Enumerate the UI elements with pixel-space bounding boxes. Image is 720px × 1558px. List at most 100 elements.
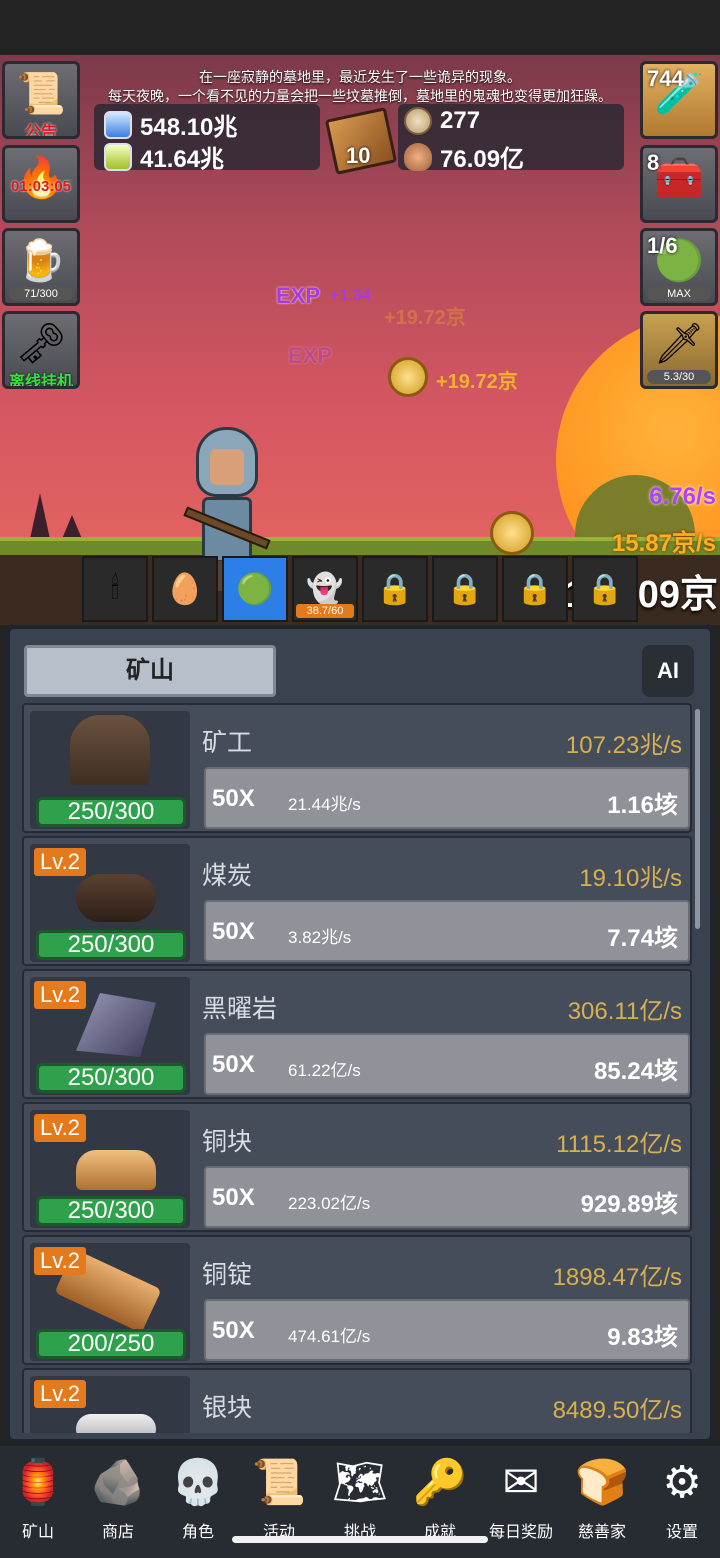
- pet-slot-locked[interactable]: 🔒: [572, 556, 638, 622]
- nav-achievement[interactable]: 🔑 成就: [400, 1452, 480, 1542]
- pet-slot-candle[interactable]: 🕯: [82, 556, 148, 622]
- offline-button[interactable]: 🗝 离线挂机: [2, 311, 80, 389]
- tab-mine[interactable]: 矿山: [24, 645, 276, 697]
- upgrade-button[interactable]: 50X 21.44兆/s 1.16垓: [204, 767, 690, 829]
- nav-shop[interactable]: 🪨 商店: [78, 1452, 158, 1542]
- lock-icon: 🔒: [446, 572, 484, 606]
- green-potion-row: 41.64兆: [104, 139, 224, 174]
- list-item: Lv.2 250/300 煤炭 19.10兆/s 50X 3.82兆/s 7.7…: [22, 836, 692, 966]
- chest-count: 8: [647, 150, 660, 175]
- gear-icon: ⚙: [662, 1458, 702, 1507]
- stone-coin-icon: [404, 107, 432, 135]
- upgrade-cost: 7.74垓: [607, 925, 678, 952]
- map-icon: 🗺: [332, 1458, 388, 1507]
- nav-event[interactable]: 📜 活动: [239, 1452, 319, 1542]
- list-item: Lv.2 250/300 黑曜岩 306.11亿/s 50X 61.22亿/s …: [22, 969, 692, 1099]
- ghost-pet-progress: 38.7/60: [296, 604, 354, 618]
- torch-button[interactable]: 🔥 01:03:05: [2, 145, 80, 223]
- resource-rate: 107.23兆/s: [565, 732, 682, 759]
- stone-row: 277: [404, 107, 480, 135]
- coal-icon: [76, 874, 156, 922]
- upgrade-button[interactable]: 50X 61.22亿/s 85.24垓: [204, 1033, 690, 1095]
- capacity-bar: 200/250: [36, 1329, 186, 1359]
- ai-button[interactable]: AI: [642, 645, 694, 697]
- obsidian-icon: [76, 993, 156, 1057]
- nav-daily-reward[interactable]: ✉ 每日奖励: [481, 1452, 561, 1542]
- nav-philanthropist[interactable]: 🍞 慈善家: [562, 1452, 642, 1542]
- capacity-bar: 250/300: [36, 1196, 186, 1226]
- pet-slot-slime[interactable]: 🟢: [222, 556, 288, 622]
- beer-button[interactable]: 🍺 71/300: [2, 228, 80, 306]
- upgrade-button[interactable]: 50X 3.82兆/s 7.74垓: [204, 900, 690, 962]
- nav-label: 商店: [101, 1524, 134, 1541]
- sword-button[interactable]: 🗡 5.3/30: [640, 311, 718, 389]
- capacity-bar: 250/300: [36, 797, 186, 827]
- nav-settings[interactable]: ⚙ 设置: [642, 1452, 720, 1542]
- beer-count: 71/300: [9, 287, 73, 301]
- pet-slot-egg[interactable]: 🥚: [152, 556, 218, 622]
- exp-rate: 6.76/s: [649, 483, 716, 510]
- pet-slot-locked[interactable]: 🔒: [502, 556, 568, 622]
- stone-value: 277: [440, 107, 481, 134]
- upgrade-multiplier: 50X: [212, 918, 255, 945]
- miner-helmet-icon: [70, 715, 150, 785]
- list-item: Lv.2 250/300 铜块 1115.12亿/s 50X 223.02亿/s…: [22, 1102, 692, 1232]
- potion-resource-panel: 548.10兆 41.64兆: [94, 104, 320, 173]
- nav-label: 慈善家: [577, 1524, 626, 1541]
- level-badge: Lv.2: [34, 1380, 86, 1408]
- skull-icon: 💀: [170, 1458, 226, 1507]
- item-thumb: Lv.2 200/250: [30, 1243, 190, 1361]
- nav-character[interactable]: 💀 角色: [158, 1452, 238, 1542]
- resource-name: 黑曜岩: [202, 995, 278, 1023]
- copper-ore-icon: [76, 1150, 156, 1190]
- notice-button[interactable]: 📜 公告: [2, 61, 80, 139]
- resource-rate: 19.10兆/s: [579, 865, 682, 892]
- item-thumb: Lv.2 250/300: [30, 977, 190, 1095]
- upgrade-button[interactable]: 50X 474.61亿/s 9.83垓: [204, 1299, 690, 1361]
- potion-button[interactable]: 🧪 744: [640, 61, 718, 139]
- upgrade-rate-gain: 474.61亿/s: [288, 1327, 371, 1346]
- torch-timer: 01:03:05: [10, 178, 72, 195]
- egg-icon: 🥚: [166, 572, 204, 606]
- nav-challenge[interactable]: 🗺 挑战: [320, 1452, 400, 1542]
- beer-icon: 🍺: [16, 239, 66, 283]
- tombstone-silhouette: [62, 515, 82, 539]
- green-potion-value: 41.64兆: [140, 146, 225, 173]
- potion-count: 744: [647, 66, 684, 91]
- green-potion-icon: [104, 142, 132, 171]
- home-indicator[interactable]: [232, 1536, 488, 1543]
- chest-button[interactable]: 🧰 8: [640, 145, 718, 223]
- key-icon: 🗝: [15, 322, 67, 366]
- notice-label: 公告: [24, 124, 57, 139]
- fading-exp-label: EXP: [288, 343, 333, 368]
- gold-coin-icon: [388, 357, 428, 397]
- pet-slot-locked[interactable]: 🔒: [432, 556, 498, 622]
- game-screen: 在一座寂静的墓地里，最近发生了一些诡异的现象。 每天夜晚，一个看不见的力量会把一…: [0, 0, 720, 1558]
- upgrade-multiplier: 50X: [212, 1051, 255, 1078]
- tombstone-silhouette: [30, 493, 50, 539]
- ghost-pet-icon: 👻: [306, 572, 344, 606]
- list-item: 250/300 矿工 107.23兆/s 50X 21.44兆/s 1.16垓: [22, 703, 692, 833]
- nav-label: 每日奖励: [488, 1524, 553, 1541]
- resource-rate: 306.11亿/s: [567, 998, 682, 1025]
- resource-name: 矿工: [202, 729, 253, 757]
- gold-rate: 15.87京/s: [611, 530, 716, 557]
- lock-icon: 🔒: [376, 572, 414, 606]
- lantern-icon: 🏮: [10, 1458, 66, 1507]
- upgrade-button[interactable]: 50X 223.02亿/s 929.89垓: [204, 1166, 690, 1228]
- fading-gold-gain: +19.72京: [384, 307, 466, 329]
- level-badge: Lv.2: [34, 1247, 86, 1275]
- resource-name: 银块: [202, 1394, 253, 1422]
- level-badge: Lv.2: [34, 981, 86, 1009]
- list-scrollbar[interactable]: [695, 709, 700, 929]
- slime-button[interactable]: 🟢 1/6 MAX: [640, 228, 718, 306]
- nav-mine[interactable]: 🏮 矿山: [0, 1452, 78, 1542]
- pet-slot-ghost[interactable]: 👻 38.7/60: [292, 556, 358, 622]
- upgrade-rate-gain: 21.44兆/s: [288, 795, 361, 814]
- level-badge: Lv.2: [34, 848, 86, 876]
- upgrade-cost: 9.83垓: [607, 1324, 678, 1351]
- item-thumb: Lv.2 250/300: [30, 1110, 190, 1228]
- silver-ore-icon: [76, 1414, 156, 1433]
- blue-potion-icon: [104, 110, 132, 139]
- pet-slot-locked[interactable]: 🔒: [362, 556, 428, 622]
